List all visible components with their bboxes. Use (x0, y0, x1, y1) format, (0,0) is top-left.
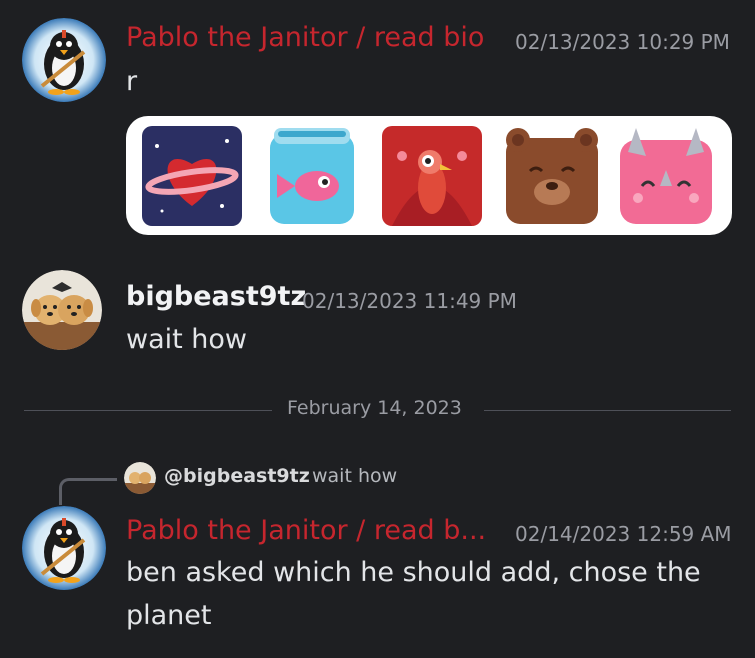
planet-heart-sticker[interactable] (142, 126, 242, 226)
divider-line-right (484, 410, 731, 411)
puppies-avatar[interactable] (22, 270, 102, 350)
username[interactable]: Pablo the Janitor / read b... (126, 515, 486, 546)
reply-connector (59, 478, 117, 505)
penguin-avatar[interactable] (22, 18, 106, 102)
username[interactable]: bigbeast9tz (126, 281, 306, 312)
date-divider: February 14, 2023 (287, 397, 462, 419)
reply-mention[interactable]: @bigbeast9tz (164, 465, 310, 487)
reply-preview[interactable]: wait how (312, 465, 397, 487)
username[interactable]: Pablo the Janitor / read bio (126, 22, 484, 53)
message-text: wait how (126, 324, 248, 355)
timestamp: 02/13/2023 10:29 PM (515, 30, 730, 54)
bear-sticker[interactable] (502, 126, 602, 226)
timestamp: 02/13/2023 11:49 PM (302, 289, 517, 313)
message-text: r (126, 66, 138, 97)
message-text-line-2: planet (126, 600, 212, 631)
fish-jar-sticker[interactable] (262, 126, 362, 226)
reply-avatar[interactable] (124, 462, 156, 494)
penguin-avatar[interactable] (22, 506, 106, 590)
peacock-sticker[interactable] (382, 126, 482, 226)
triceratops-sticker[interactable] (616, 126, 716, 226)
divider-line-left (24, 410, 272, 411)
message-text-line-1: ben asked which he should add, chose the (126, 557, 701, 588)
timestamp: 02/14/2023 12:59 AM (515, 522, 732, 546)
sticker-bar (126, 116, 732, 235)
